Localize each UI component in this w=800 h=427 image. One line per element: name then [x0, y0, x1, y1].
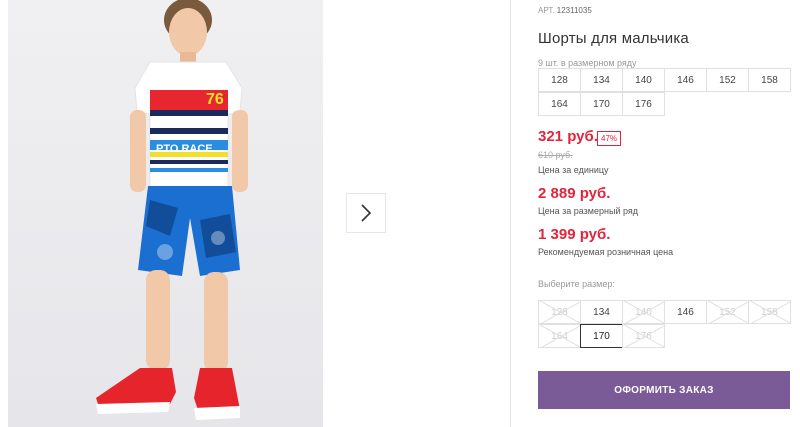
choose-size-label: Выберите размер: [538, 279, 615, 289]
discount-badge: 47% [597, 131, 622, 146]
product-photo: 76 PTO RACE [0, 0, 323, 427]
panel-divider [510, 0, 511, 427]
range-count-label: 9 шт. в размерном ряду [538, 58, 637, 68]
range-size-cell: 158 [748, 68, 791, 92]
range-size-cell: 128 [538, 68, 581, 92]
svg-text:76: 76 [206, 91, 224, 108]
sku-label: АРТ. [538, 6, 555, 15]
range-price: 2 889 руб. [538, 185, 611, 202]
range-size-cell: 146 [664, 68, 707, 92]
range-size-cell: 164 [538, 92, 581, 116]
order-button[interactable]: ОФОРМИТЬ ЗАКАЗ [538, 371, 790, 409]
size-option-176: 176 [622, 324, 665, 348]
size-option-158: 158 [748, 300, 791, 324]
size-option-152: 152 [706, 300, 749, 324]
range-size-cell: 176 [622, 92, 665, 116]
product-title: Шорты для мальчика [538, 30, 689, 47]
gallery-next-button[interactable] [346, 193, 386, 233]
sku-value: 12311035 [556, 6, 592, 15]
product-page: 76 PTO RACE АРТ. 12311035 Шорты для маль… [0, 0, 800, 427]
old-price: 610 руб. [538, 150, 573, 160]
size-option-128: 128 [538, 300, 581, 324]
range-size-cell: 140 [622, 68, 665, 92]
range-price-note: Цена за размерный ряд [538, 206, 639, 216]
rrp-price-note: Рекомендуемая розничная цена [538, 247, 674, 257]
size-option-146[interactable]: 146 [664, 300, 707, 324]
range-size-cell: 152 [706, 68, 749, 92]
model-image: 76 PTO RACE [96, 0, 248, 420]
rrp-price: 1 399 руб. [538, 226, 611, 243]
range-size-cell: 134 [580, 68, 623, 92]
size-option-140: 140 [622, 300, 665, 324]
size-option-134[interactable]: 134 [580, 300, 623, 324]
sku-line: АРТ. 12311035 [538, 6, 592, 15]
range-size-cell: 170 [580, 92, 623, 116]
size-option-170[interactable]: 170 [580, 324, 623, 348]
chevron-right-icon [361, 204, 372, 222]
size-option-164: 164 [538, 324, 581, 348]
svg-text:PTO RACE: PTO RACE [156, 143, 213, 155]
unit-price: 321 руб. [538, 128, 598, 145]
unit-price-note: Цена за единицу [538, 165, 609, 175]
